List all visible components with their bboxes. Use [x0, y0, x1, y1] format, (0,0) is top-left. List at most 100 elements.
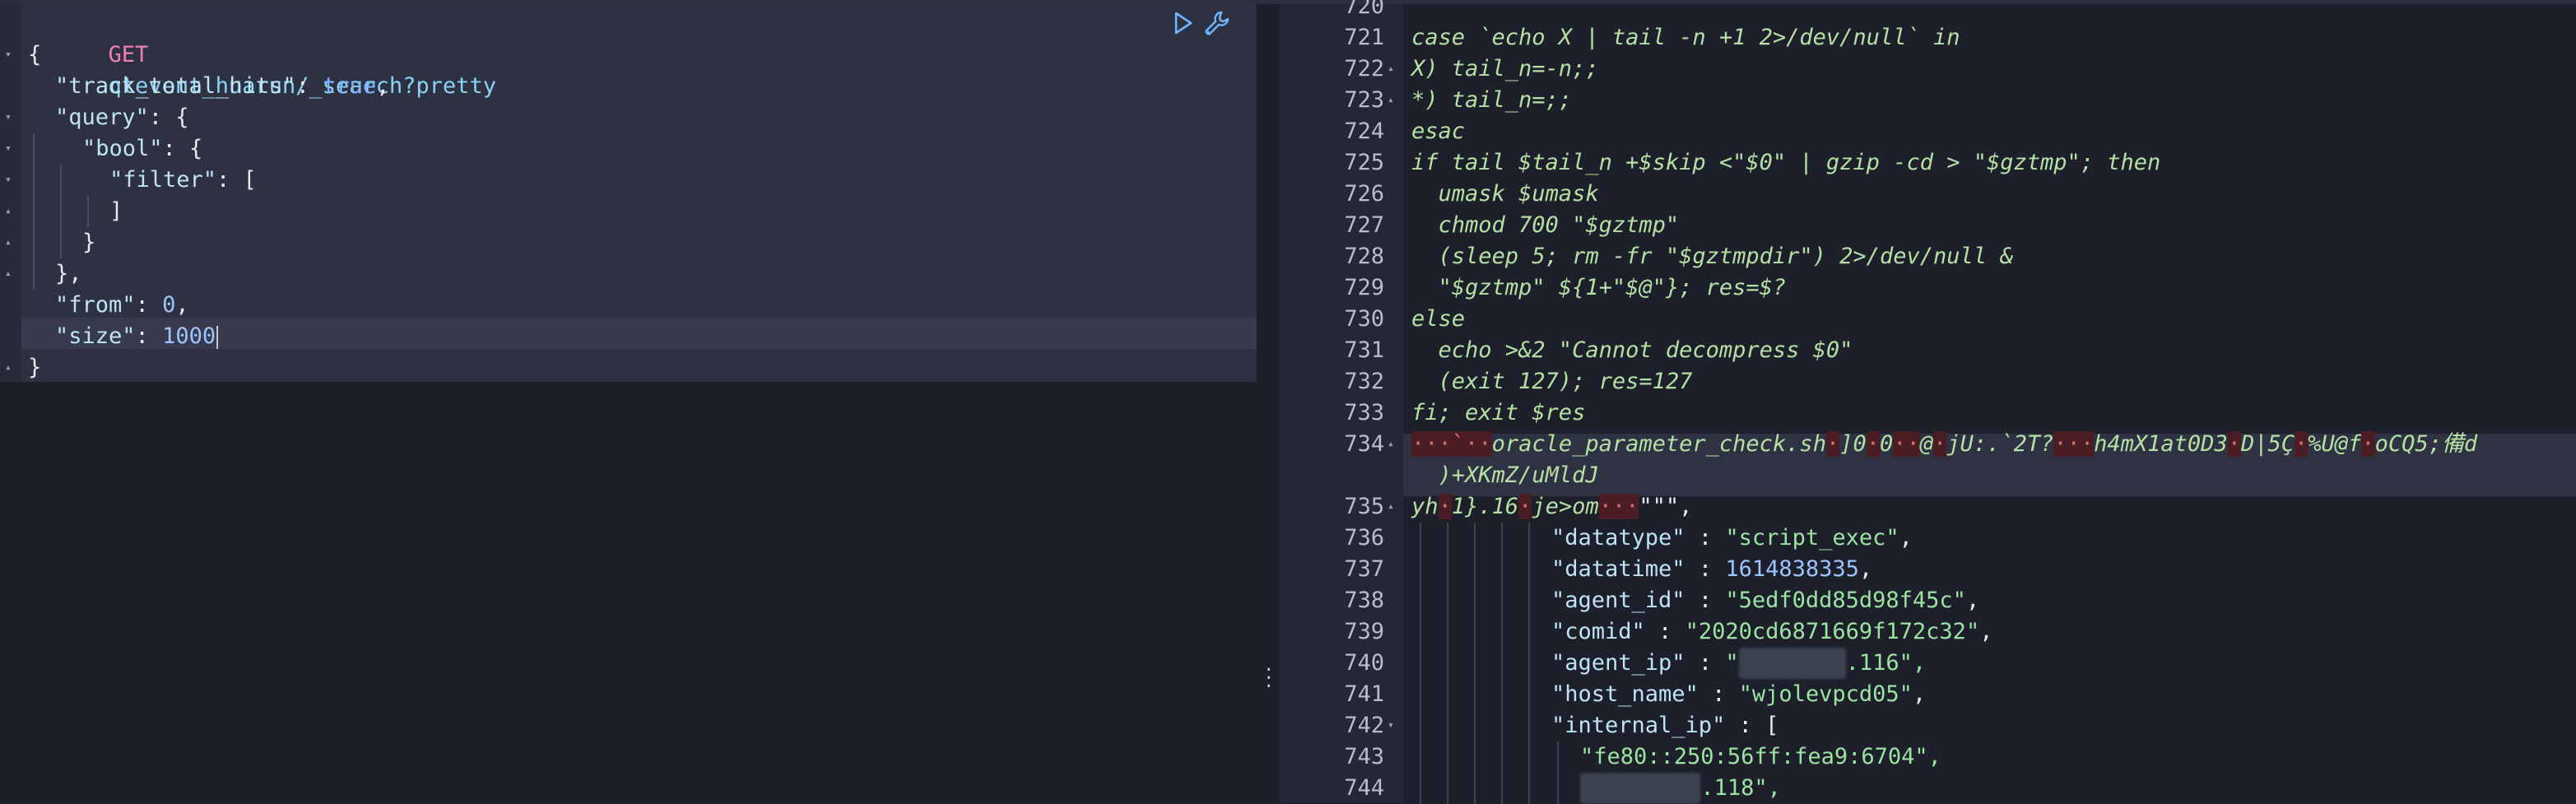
response-line[interactable]: chmod 700 "$gztmp": [1411, 210, 1680, 241]
json-token: 0: [162, 292, 176, 318]
response-line[interactable]: X) tail_n=-n;;: [1411, 53, 1599, 85]
response-panel[interactable]: 720 721 case `echo X | tail -n +1 2>/dev/n…: [1280, 0, 2576, 804]
response-line[interactable]: echo >&2 "Cannot decompress $0": [1411, 335, 1853, 366]
response-line[interactable]: )+XKmZ/uMldJ: [1411, 460, 1599, 491]
response-line[interactable]: "fe80::250:56ff:fea9:6704",: [1580, 741, 1941, 773]
fold-open-icon[interactable]: ▾: [1388, 710, 1394, 741]
line-number: 730: [1344, 306, 1384, 332]
response-line[interactable]: umask $umask: [1411, 179, 1599, 210]
indent-guide: [1447, 523, 1448, 804]
fold-open-icon[interactable]: ▾: [5, 102, 12, 133]
line-number: 728: [1344, 244, 1384, 269]
response-line[interactable]: "datatime" : 1614838335,: [1551, 554, 1872, 585]
json-token: : [: [216, 167, 257, 193]
json-punc: :: [1698, 681, 1739, 707]
fold-close-icon[interactable]: ▴: [1388, 53, 1394, 85]
request-body-line[interactable]: "query": {: [55, 102, 189, 133]
fold-close-icon[interactable]: ▴: [5, 352, 12, 383]
response-line[interactable]: "comid" : "2020cd6871669f172c32",: [1551, 616, 1992, 648]
binary-text: D|5Ç: [2240, 431, 2295, 457]
json-punc: :: [1685, 556, 1726, 582]
request-body-line[interactable]: ]: [109, 196, 123, 227]
line-number: 734: [1344, 431, 1384, 457]
text-caret: [216, 325, 219, 349]
json-token: "bool": [82, 136, 163, 161]
request-block[interactable]: GET qtevent_huarun/_search?pretty { ▾ "tra…: [0, 4, 1257, 382]
json-token: : {: [162, 136, 203, 161]
response-line[interactable]: case `echo X | tail -n +1 2>/dev/null` i…: [1411, 22, 1960, 53]
json-token: }: [82, 230, 96, 255]
json-key: "agent_id": [1551, 588, 1686, 613]
line-number: 743: [1344, 744, 1384, 769]
fold-close-icon[interactable]: ▴: [1388, 429, 1394, 460]
request-body-line[interactable]: }: [82, 227, 95, 258]
request-body-line[interactable]: "bool": {: [82, 133, 202, 165]
fold-close-icon[interactable]: ▴: [1388, 85, 1394, 116]
response-line[interactable]: "agent_id" : "5edf0dd85d98f45c",: [1551, 585, 1979, 616]
request-body-line[interactable]: "size": 1000: [55, 321, 219, 352]
play-icon[interactable]: [1173, 11, 1194, 35]
line-number: 721: [1344, 25, 1384, 50]
json-token: {: [28, 42, 42, 67]
request-body-line[interactable]: },: [55, 258, 82, 290]
json-token: 1000: [162, 323, 216, 349]
request-body-line[interactable]: "filter": [: [109, 165, 257, 196]
line-number: 744: [1344, 775, 1384, 801]
request-body-line[interactable]: "track_total_hits": true,: [55, 71, 389, 102]
fold-open-icon[interactable]: ▾: [5, 40, 12, 71]
json-token: ,: [175, 292, 189, 318]
response-line[interactable]: "datatype" : "script_exec",: [1551, 523, 1913, 554]
response-line[interactable]: "$gztmp" ${1+"$@"}; res=$?: [1411, 272, 1787, 304]
request-body-line[interactable]: }: [28, 352, 41, 383]
indent-guide: [1528, 523, 1530, 804]
json-token: "size": [55, 323, 136, 349]
invalid-char: `··: [1451, 431, 1492, 457]
invalid-char: ·: [1866, 431, 1880, 457]
binary-text: @: [1919, 431, 1934, 457]
invalid-char: ·: [1438, 494, 1452, 519]
binary-text: oCQ5;備d: [2374, 431, 2478, 457]
line-number: 739: [1344, 619, 1384, 644]
binary-text: je>om: [1532, 494, 1599, 519]
response-line[interactable]: (sleep 5; rm -fr "$gztmpdir") 2>/dev/nul…: [1411, 241, 2014, 272]
binary-text: yh: [1411, 494, 1439, 519]
response-line[interactable]: (exit 127); res=127: [1411, 366, 1693, 397]
request-line[interactable]: GET qtevent_huarun/_search?pretty: [28, 8, 496, 99]
json-punc: ,: [1912, 681, 1927, 707]
indent-guide: [1474, 523, 1476, 804]
response-line[interactable]: *) tail_n=;;: [1411, 85, 1572, 116]
json-token: "filter": [109, 167, 217, 193]
fold-open-icon[interactable]: ▾: [5, 133, 12, 165]
json-token: "from": [55, 292, 136, 318]
fold-open-icon[interactable]: ▾: [5, 165, 12, 196]
response-line[interactable]: "10.245.9.118",: [1580, 773, 1781, 804]
response-line[interactable]: ···`··oracle_parameter_check.sh·]0·0··@·…: [1411, 429, 2477, 460]
fold-close-icon[interactable]: ▴: [5, 258, 12, 290]
indent-guide: [87, 196, 89, 227]
fold-close-icon[interactable]: ▴: [5, 227, 12, 258]
line-number: 741: [1344, 681, 1384, 707]
request-body-line[interactable]: {: [28, 40, 41, 71]
line-number: 727: [1344, 212, 1384, 238]
resize-handle-icon[interactable]: · · ·: [1263, 662, 1274, 696]
response-line[interactable]: "host_name" : "wjolevpcd05",: [1551, 679, 1926, 710]
response-line[interactable]: if tail $tail_n +$skip <"$0" | gzip -cd …: [1411, 147, 2160, 179]
fold-close-icon[interactable]: ▴: [5, 196, 12, 227]
response-line[interactable]: yh·1}.16·je>om···""",: [1411, 491, 1692, 523]
line-number: 736: [1344, 525, 1384, 551]
response-line[interactable]: esac: [1411, 116, 1465, 147]
wrench-icon[interactable]: [1203, 9, 1231, 37]
request-body-line[interactable]: "from": 0,: [55, 290, 189, 321]
request-editor-panel[interactable]: GET qtevent_huarun/_search?pretty { ▾ "tra…: [0, 4, 1257, 803]
json-key: "comid": [1551, 619, 1645, 644]
line-number: 722: [1344, 56, 1384, 81]
json-punc: :: [1685, 525, 1726, 551]
response-line[interactable]: "internal_ip" : [: [1551, 710, 1779, 741]
fold-close-icon[interactable]: ▴: [1388, 491, 1394, 523]
response-line[interactable]: else: [1411, 304, 1465, 335]
binary-text: ]0: [1839, 431, 1867, 457]
response-line[interactable]: fi; exit $res: [1411, 397, 1585, 429]
redacted-ip: "10.245.9: [1580, 773, 1701, 804]
response-line[interactable]: "agent_ip" : "10.245.9.116",: [1551, 648, 1926, 679]
binary-text: %U@f: [2308, 431, 2362, 457]
